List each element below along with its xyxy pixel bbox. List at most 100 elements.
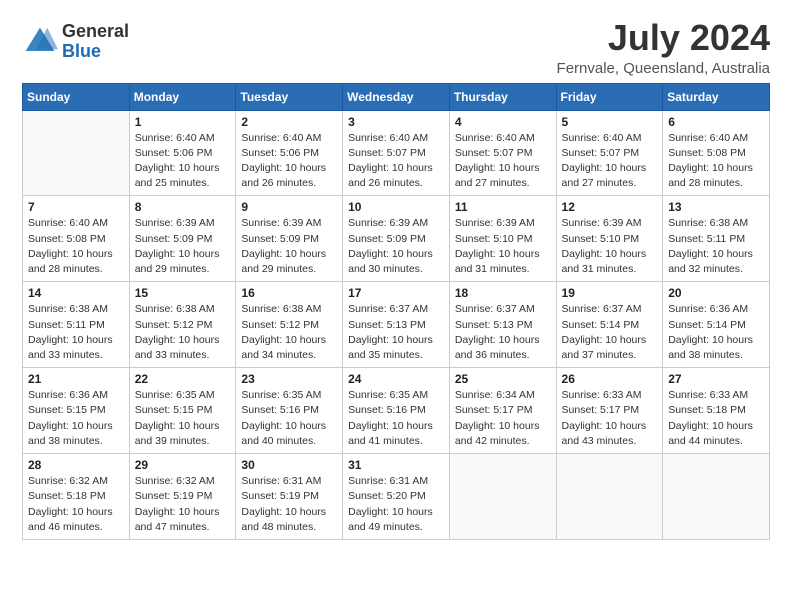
- cell-day-number: 16: [241, 286, 337, 300]
- calendar-cell: [556, 454, 663, 540]
- cell-sun-info: Sunrise: 6:36 AMSunset: 5:14 PMDaylight:…: [668, 302, 764, 363]
- logo-icon: [22, 24, 58, 60]
- cell-day-number: 15: [135, 286, 231, 300]
- page: General Blue July 2024 Fernvale, Queensl…: [0, 0, 792, 612]
- title-block: July 2024 Fernvale, Queensland, Australi…: [557, 18, 770, 77]
- cell-sun-info: Sunrise: 6:32 AMSunset: 5:19 PMDaylight:…: [135, 474, 231, 535]
- cell-sun-info: Sunrise: 6:31 AMSunset: 5:19 PMDaylight:…: [241, 474, 337, 535]
- week-row-4: 21 Sunrise: 6:36 AMSunset: 5:15 PMDayligh…: [23, 368, 770, 454]
- cell-day-number: 11: [455, 200, 551, 214]
- logo-general-text: General: [62, 22, 129, 42]
- cell-sun-info: Sunrise: 6:39 AMSunset: 5:10 PMDaylight:…: [562, 216, 658, 277]
- calendar-cell: [449, 454, 556, 540]
- calendar-cell: 12Sunrise: 6:39 AMSunset: 5:10 PMDayligh…: [556, 196, 663, 282]
- cell-day-number: 2: [241, 115, 337, 129]
- cell-day-number: 4: [455, 115, 551, 129]
- header-day-tuesday: Tuesday: [236, 83, 343, 110]
- cell-sun-info: Sunrise: 6:39 AMSunset: 5:09 PMDaylight:…: [241, 216, 337, 277]
- cell-day-number: 21: [28, 372, 124, 386]
- cell-sun-info: Sunrise: 6:34 AMSunset: 5:17 PMDaylight:…: [455, 388, 551, 449]
- cell-day-number: 17: [348, 286, 444, 300]
- cell-sun-info: Sunrise: 6:35 AMSunset: 5:15 PMDaylight:…: [135, 388, 231, 449]
- calendar-cell: 26Sunrise: 6:33 AMSunset: 5:17 PMDayligh…: [556, 368, 663, 454]
- cell-sun-info: Sunrise: 6:31 AMSunset: 5:20 PMDaylight:…: [348, 474, 444, 535]
- calendar-cell: 7 Sunrise: 6:40 AMSunset: 5:08 PMDaylight…: [23, 196, 130, 282]
- cell-day-number: 3: [348, 115, 444, 129]
- header-day-thursday: Thursday: [449, 83, 556, 110]
- cell-sun-info: Sunrise: 6:36 AMSunset: 5:15 PMDaylight:…: [28, 388, 124, 449]
- cell-day-number: 1: [135, 115, 231, 129]
- cell-day-number: 20: [668, 286, 764, 300]
- calendar-cell: 5Sunrise: 6:40 AMSunset: 5:07 PMDaylight…: [556, 110, 663, 196]
- calendar-cell: 24Sunrise: 6:35 AMSunset: 5:16 PMDayligh…: [343, 368, 450, 454]
- logo-text: General Blue: [62, 22, 129, 62]
- header-day-sunday: Sunday: [23, 83, 130, 110]
- cell-day-number: 7: [28, 200, 124, 214]
- calendar-cell: [663, 454, 770, 540]
- cell-day-number: 22: [135, 372, 231, 386]
- calendar-header-row: SundayMondayTuesdayWednesdayThursdayFrid…: [23, 83, 770, 110]
- cell-sun-info: Sunrise: 6:38 AMSunset: 5:12 PMDaylight:…: [135, 302, 231, 363]
- cell-sun-info: Sunrise: 6:38 AMSunset: 5:11 PMDaylight:…: [28, 302, 124, 363]
- calendar-cell: 14 Sunrise: 6:38 AMSunset: 5:11 PMDayligh…: [23, 282, 130, 368]
- week-row-2: 7 Sunrise: 6:40 AMSunset: 5:08 PMDaylight…: [23, 196, 770, 282]
- location-subtitle: Fernvale, Queensland, Australia: [557, 60, 770, 77]
- cell-sun-info: Sunrise: 6:38 AMSunset: 5:11 PMDaylight:…: [668, 216, 764, 277]
- calendar-cell: 9 Sunrise: 6:39 AMSunset: 5:09 PMDaylight…: [236, 196, 343, 282]
- calendar-cell: 8Sunrise: 6:39 AMSunset: 5:09 PMDaylight…: [129, 196, 236, 282]
- cell-day-number: 14: [28, 286, 124, 300]
- calendar-table: SundayMondayTuesdayWednesdayThursdayFrid…: [22, 83, 770, 540]
- cell-sun-info: Sunrise: 6:39 AMSunset: 5:09 PMDaylight:…: [135, 216, 231, 277]
- cell-sun-info: Sunrise: 6:39 AMSunset: 5:09 PMDaylight:…: [348, 216, 444, 277]
- cell-sun-info: Sunrise: 6:40 AMSunset: 5:08 PMDaylight:…: [28, 216, 124, 277]
- calendar-cell: 30 Sunrise: 6:31 AMSunset: 5:19 PMDayligh…: [236, 454, 343, 540]
- cell-day-number: 25: [455, 372, 551, 386]
- calendar-cell: 1 Sunrise: 6:40 AMSunset: 5:06 PMDaylight…: [129, 110, 236, 196]
- logo: General Blue: [22, 22, 129, 62]
- cell-sun-info: Sunrise: 6:38 AMSunset: 5:12 PMDaylight:…: [241, 302, 337, 363]
- cell-day-number: 6: [668, 115, 764, 129]
- cell-day-number: 28: [28, 458, 124, 472]
- cell-sun-info: Sunrise: 6:40 AMSunset: 5:06 PMDaylight:…: [241, 131, 337, 192]
- cell-sun-info: Sunrise: 6:40 AMSunset: 5:07 PMDaylight:…: [348, 131, 444, 192]
- calendar-cell: 28 Sunrise: 6:32 AMSunset: 5:18 PMDayligh…: [23, 454, 130, 540]
- calendar-cell: 6 Sunrise: 6:40 AMSunset: 5:08 PMDaylight…: [663, 110, 770, 196]
- calendar-cell: 23 Sunrise: 6:35 AMSunset: 5:16 PMDayligh…: [236, 368, 343, 454]
- cell-day-number: 31: [348, 458, 444, 472]
- cell-sun-info: Sunrise: 6:37 AMSunset: 5:13 PMDaylight:…: [348, 302, 444, 363]
- calendar-cell: 10 Sunrise: 6:39 AMSunset: 5:09 PMDayligh…: [343, 196, 450, 282]
- cell-sun-info: Sunrise: 6:32 AMSunset: 5:18 PMDaylight:…: [28, 474, 124, 535]
- calendar-cell: 18Sunrise: 6:37 AMSunset: 5:13 PMDayligh…: [449, 282, 556, 368]
- calendar-cell: 20 Sunrise: 6:36 AMSunset: 5:14 PMDayligh…: [663, 282, 770, 368]
- week-row-1: 1 Sunrise: 6:40 AMSunset: 5:06 PMDaylight…: [23, 110, 770, 196]
- calendar-cell: 27Sunrise: 6:33 AMSunset: 5:18 PMDayligh…: [663, 368, 770, 454]
- cell-day-number: 10: [348, 200, 444, 214]
- cell-sun-info: Sunrise: 6:35 AMSunset: 5:16 PMDaylight:…: [348, 388, 444, 449]
- header-day-saturday: Saturday: [663, 83, 770, 110]
- cell-day-number: 23: [241, 372, 337, 386]
- cell-sun-info: Sunrise: 6:40 AMSunset: 5:06 PMDaylight:…: [135, 131, 231, 192]
- calendar-cell: 11Sunrise: 6:39 AMSunset: 5:10 PMDayligh…: [449, 196, 556, 282]
- calendar-cell: 16 Sunrise: 6:38 AMSunset: 5:12 PMDayligh…: [236, 282, 343, 368]
- cell-day-number: 9: [241, 200, 337, 214]
- calendar-cell: 13Sunrise: 6:38 AMSunset: 5:11 PMDayligh…: [663, 196, 770, 282]
- calendar-cell: 15 Sunrise: 6:38 AMSunset: 5:12 PMDayligh…: [129, 282, 236, 368]
- calendar-cell: [23, 110, 130, 196]
- cell-day-number: 19: [562, 286, 658, 300]
- cell-sun-info: Sunrise: 6:37 AMSunset: 5:13 PMDaylight:…: [455, 302, 551, 363]
- calendar-cell: 25 Sunrise: 6:34 AMSunset: 5:17 PMDayligh…: [449, 368, 556, 454]
- header-day-monday: Monday: [129, 83, 236, 110]
- month-year-title: July 2024: [557, 18, 770, 58]
- cell-day-number: 30: [241, 458, 337, 472]
- cell-day-number: 26: [562, 372, 658, 386]
- cell-sun-info: Sunrise: 6:40 AMSunset: 5:07 PMDaylight:…: [562, 131, 658, 192]
- cell-sun-info: Sunrise: 6:33 AMSunset: 5:18 PMDaylight:…: [668, 388, 764, 449]
- week-row-3: 14 Sunrise: 6:38 AMSunset: 5:11 PMDayligh…: [23, 282, 770, 368]
- header: General Blue July 2024 Fernvale, Queensl…: [22, 18, 770, 77]
- header-day-wednesday: Wednesday: [343, 83, 450, 110]
- cell-sun-info: Sunrise: 6:40 AMSunset: 5:08 PMDaylight:…: [668, 131, 764, 192]
- calendar-cell: 29Sunrise: 6:32 AMSunset: 5:19 PMDayligh…: [129, 454, 236, 540]
- logo-blue-text: Blue: [62, 42, 129, 62]
- header-day-friday: Friday: [556, 83, 663, 110]
- cell-sun-info: Sunrise: 6:35 AMSunset: 5:16 PMDaylight:…: [241, 388, 337, 449]
